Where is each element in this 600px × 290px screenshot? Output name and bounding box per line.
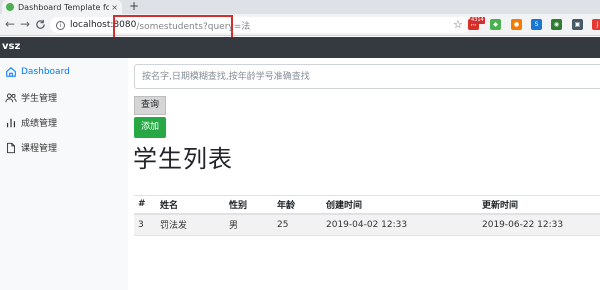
query-button[interactable]: 查询 [134, 96, 166, 115]
browser-toolbar: ← → i localhost:8080/somestudents?query=… [0, 14, 600, 36]
brand[interactable]: vsz [2, 41, 20, 52]
cell-name: 罚法发 [156, 213, 225, 236]
page-title: 学生列表 [133, 145, 233, 173]
home-icon [6, 67, 16, 77]
browser-tabstrip: Dashboard Template for Boots × + [0, 0, 600, 14]
column-header-name[interactable]: 姓名 [156, 195, 225, 215]
column-header-gender[interactable]: 性别 [225, 195, 273, 215]
students-table: # 姓名 性别 年龄 创建时间 更新时间 3 罚法发 男 25 2019-04-… [134, 195, 600, 236]
cell-gender: 男 [225, 213, 273, 236]
sidebar-item-label: 课程管理 [21, 144, 58, 154]
tab-close-icon[interactable]: × [111, 3, 118, 12]
sidebar-item-label: Dashboard [21, 67, 70, 77]
sidebar-item-label: 学生管理 [21, 94, 58, 104]
forward-icon[interactable]: → [20, 17, 30, 32]
leaf-favicon-icon [6, 3, 14, 11]
cell-age: 25 [273, 213, 322, 236]
sidebar-item-dashboard[interactable]: Dashboard [5, 66, 70, 78]
column-header-age[interactable]: 年龄 [273, 195, 322, 215]
column-header-updated[interactable]: 更新时间 [478, 195, 600, 215]
green-extension-icon[interactable]: ◉ [551, 19, 562, 30]
blue-extension-icon[interactable]: S [531, 19, 542, 30]
column-header-id[interactable]: # [134, 195, 156, 215]
info-icon[interactable]: i [56, 20, 65, 30]
add-button[interactable]: 添加 [134, 117, 166, 138]
users-icon [5, 92, 17, 102]
cell-updated: 2019-06-22 12:33 [478, 213, 600, 236]
sidebar-item-courses[interactable]: 课程管理 [5, 141, 57, 154]
sidebar-item-label: 成绩管理 [21, 119, 58, 129]
table-header-row: # 姓名 性别 年龄 创建时间 更新时间 [134, 195, 600, 215]
browser-tab[interactable]: Dashboard Template for Boots × [2, 0, 122, 14]
file-icon [7, 142, 15, 153]
bar-chart-icon [6, 118, 16, 127]
orange-extension-icon[interactable]: ● [511, 19, 522, 30]
cell-created: 2019-04-02 12:33 [322, 213, 478, 236]
sidebar-item-students[interactable]: 学生管理 [5, 91, 57, 104]
camera-extension-icon[interactable]: ▣ [572, 19, 583, 30]
bookmark-star-icon[interactable]: ☆ [453, 18, 463, 31]
red-extension-icon[interactable]: J [592, 19, 600, 30]
reload-icon[interactable] [35, 17, 46, 34]
column-header-created[interactable]: 创建时间 [322, 195, 478, 215]
top-navbar: vsz [0, 37, 600, 58]
cell-id: 3 [134, 213, 156, 236]
search-input[interactable] [134, 64, 600, 89]
new-tab-button[interactable]: + [129, 0, 139, 13]
back-icon[interactable]: ← [5, 17, 15, 32]
shield-extension-icon[interactable]: ◆ [490, 19, 501, 30]
sidebar-item-grades[interactable]: 成绩管理 [5, 116, 57, 129]
sidebar: Dashboard 学生管理 成绩管理 课程管理 [0, 58, 128, 290]
table-row[interactable]: 3 罚法发 男 25 2019-04-02 12:33 2019-06-22 1… [134, 213, 600, 236]
tab-title: Dashboard Template for Boots [18, 2, 110, 12]
extension-badge: 4314 [470, 17, 485, 24]
